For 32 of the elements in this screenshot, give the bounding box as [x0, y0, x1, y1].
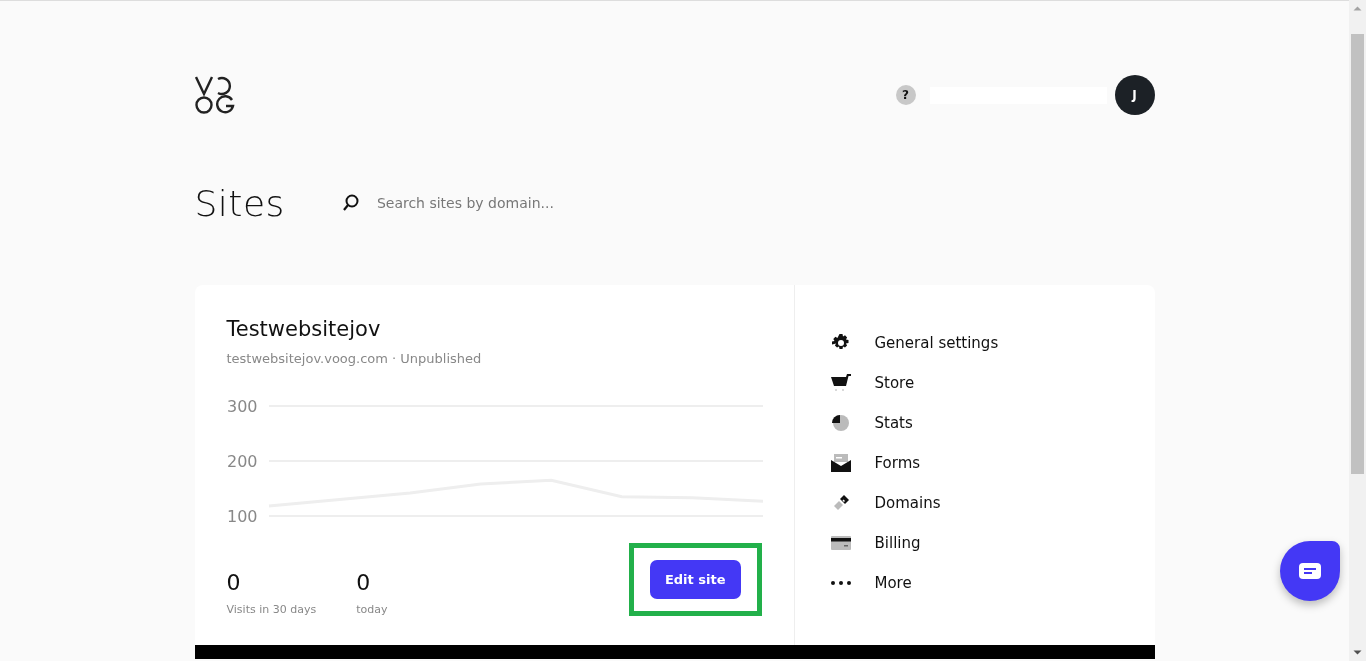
scrollbar-thumb[interactable] — [1351, 34, 1364, 474]
avatar[interactable]: J — [1114, 75, 1155, 115]
chat-button[interactable] — [1280, 541, 1340, 601]
stat-value: 0 — [226, 570, 242, 595]
stat-label: Visits in 30 days — [226, 603, 317, 616]
pie-chart-icon — [831, 414, 850, 432]
voog-logo[interactable] — [194, 76, 235, 114]
site-name[interactable]: Testwebsitejov — [226, 317, 762, 341]
stat-value: 0 — [356, 570, 372, 595]
axis-tick-label: 100 — [226, 507, 258, 523]
menu-item[interactable]: Forms — [828, 443, 921, 483]
axis-tick-label: 200 — [226, 452, 258, 471]
more-dots-icon — [830, 581, 851, 585]
help-button[interactable]: ? — [895, 85, 916, 105]
chat-icon — [1299, 563, 1321, 579]
page-title: Sites — [194, 182, 285, 224]
cart-icon — [830, 374, 851, 392]
stat-label: today — [356, 603, 389, 616]
search-icon — [342, 194, 359, 212]
menu-item[interactable]: Stats — [828, 403, 913, 443]
envelope-icon — [830, 454, 851, 472]
axis-tick-label: 300 — [226, 398, 258, 416]
menu-item[interactable]: Store — [828, 363, 915, 403]
search-field[interactable]: Search sites by domain... — [374, 194, 639, 212]
edit-site-button[interactable]: Edit site — [649, 560, 741, 599]
menu-item[interactable]: General settings — [828, 323, 999, 363]
menu-item[interactable]: Domains — [828, 483, 941, 523]
menu-item[interactable]: More — [828, 563, 912, 603]
gear-icon — [831, 334, 850, 352]
credit-card-icon — [830, 536, 851, 550]
menu-item[interactable]: Billing — [828, 523, 921, 563]
site-domain-status: testwebsitejov.voog.com · Unpublished — [226, 351, 483, 366]
